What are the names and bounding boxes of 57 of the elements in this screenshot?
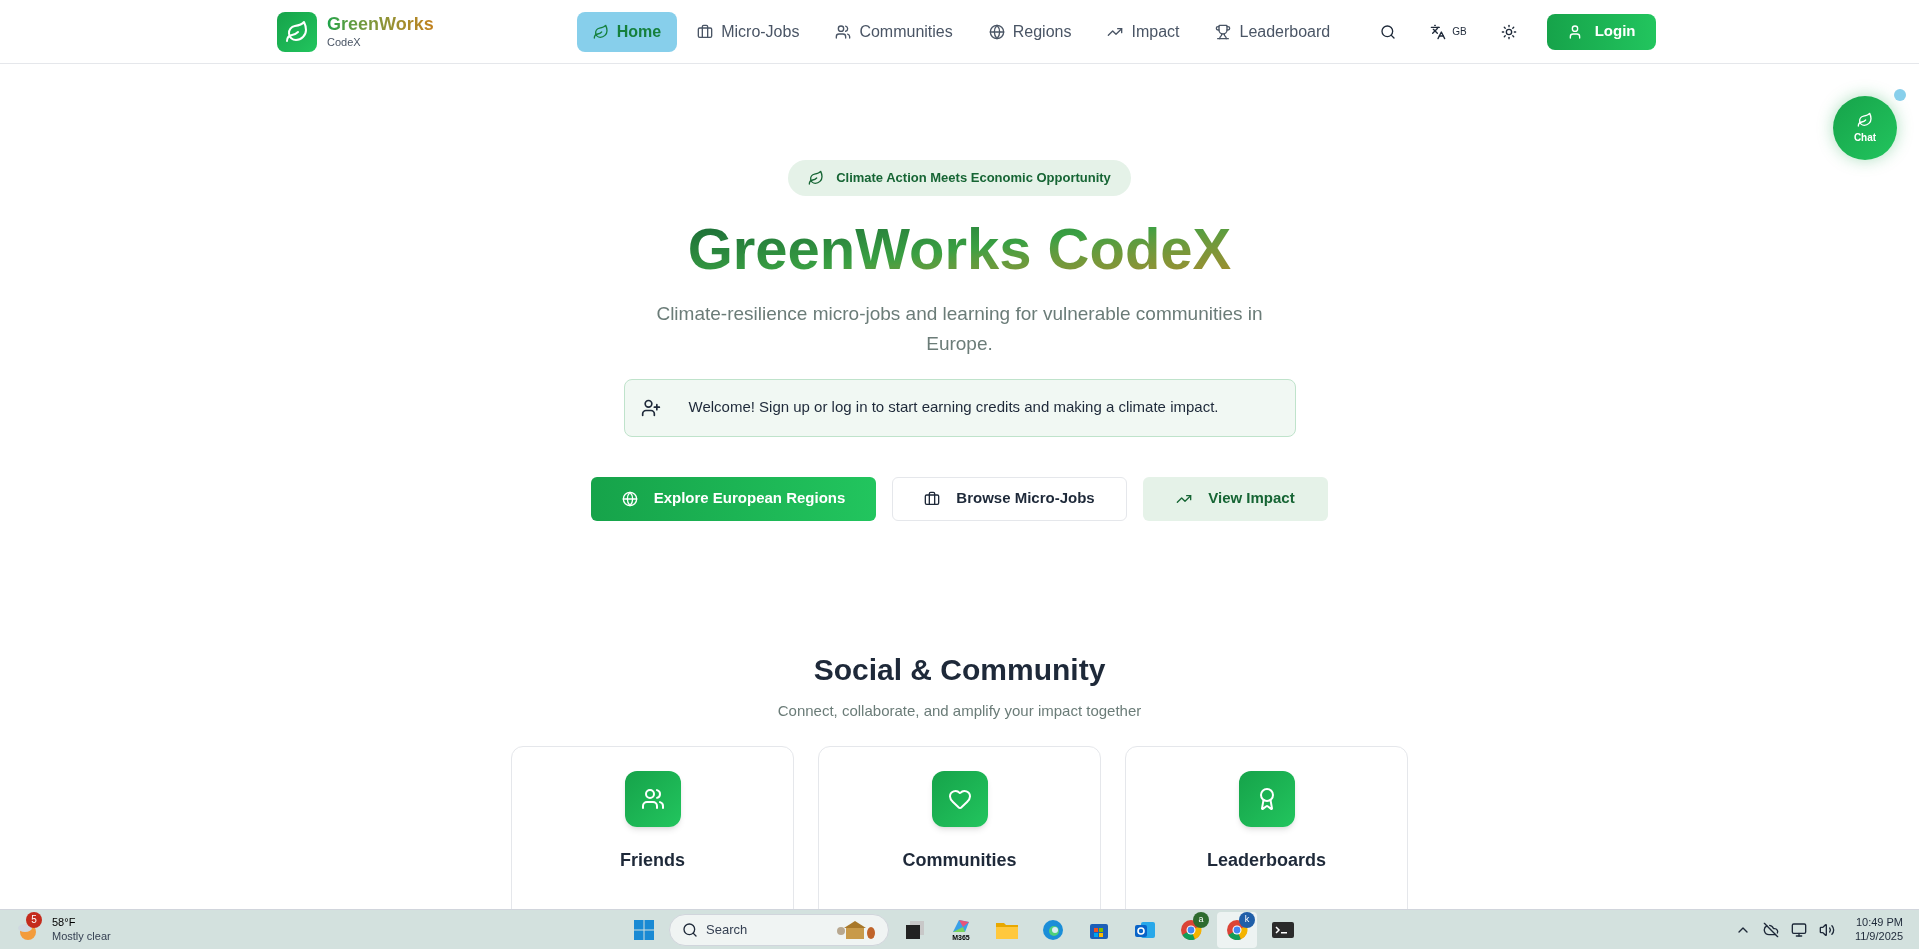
feature-card[interactable]: Friends	[511, 746, 794, 909]
section-subtitle: Connect, collaborate, and amplify your impact together	[777, 700, 1142, 721]
action-button[interactable]: View Impact	[1143, 476, 1328, 521]
card-title: Friends	[620, 849, 685, 873]
clock-date: 11/9/2025	[1854, 929, 1903, 944]
search-icon	[682, 921, 698, 938]
tagline-badge: Climate Action Meets Economic Opportunity	[788, 160, 1131, 196]
museum-drawing	[836, 918, 876, 941]
globe-icon	[621, 490, 638, 507]
taskbar-app[interactable]: k	[1217, 911, 1257, 948]
brand-subtitle: CodeX	[327, 35, 362, 50]
action-button[interactable]: Browse Micro-Jobs	[892, 476, 1127, 521]
nav-tab[interactable]: Impact	[1091, 11, 1196, 52]
add-user-icon	[640, 397, 661, 418]
network-icon[interactable]	[1790, 921, 1807, 938]
app-icon	[951, 918, 971, 934]
leaf-icon	[1857, 111, 1873, 128]
window-icon	[904, 918, 926, 941]
search-icon	[1380, 23, 1397, 40]
briefcase-icon	[697, 23, 714, 40]
nav-tab[interactable]: Micro-Jobs	[681, 11, 816, 52]
search-placeholder: Search	[706, 920, 749, 939]
nav-tab[interactable]: Communities	[819, 11, 969, 52]
temperature: 58°F	[52, 915, 77, 930]
notification-badge: 5	[26, 911, 42, 928]
nav-tab[interactable]: Leaderboard	[1199, 11, 1347, 52]
windows-logo-icon[interactable]	[633, 918, 655, 941]
taskbar-search-field[interactable]: Search	[669, 913, 889, 946]
translate-icon	[1430, 23, 1447, 40]
language-button[interactable]: GB	[1418, 13, 1479, 50]
feature-card[interactable]: Leaderboards	[1125, 746, 1408, 909]
leaf-icon	[808, 170, 825, 186]
account-badge: k	[1239, 911, 1255, 928]
hero-subtitle: Climate-resilience micro-jobs and learning for vulnerable communities in Europe.	[655, 301, 1264, 356]
leaf-icon	[592, 23, 609, 40]
users-icon	[640, 787, 665, 812]
nav-tab[interactable]: Regions	[972, 11, 1088, 52]
heart-icon	[947, 787, 972, 812]
browser-icon	[1042, 918, 1064, 941]
logo-icon[interactable]	[277, 11, 317, 52]
taskbar-app[interactable]: a	[1171, 911, 1211, 948]
globe-icon	[988, 23, 1005, 40]
terminal-icon	[1271, 919, 1295, 940]
feature-card[interactable]: Communities	[818, 746, 1101, 909]
briefcase-icon	[924, 490, 941, 507]
weather-condition: Mostly clear	[52, 929, 111, 944]
cloud-off-icon[interactable]	[1762, 921, 1779, 938]
users-icon	[835, 23, 852, 40]
card-title: Leaderboards	[1206, 849, 1326, 873]
trophy-icon	[1215, 23, 1232, 40]
section-title: Social & Community	[813, 651, 1106, 688]
account-badge: a	[1193, 911, 1209, 928]
clock-time: 10:49 PM	[1855, 915, 1903, 930]
welcome-message: Welcome! Sign up or log in to start earning credits and making a climate impact.	[688, 397, 1219, 418]
sun-icon	[1500, 23, 1517, 40]
volume-icon[interactable]	[1818, 921, 1835, 938]
card-title: Communities	[902, 849, 1017, 873]
